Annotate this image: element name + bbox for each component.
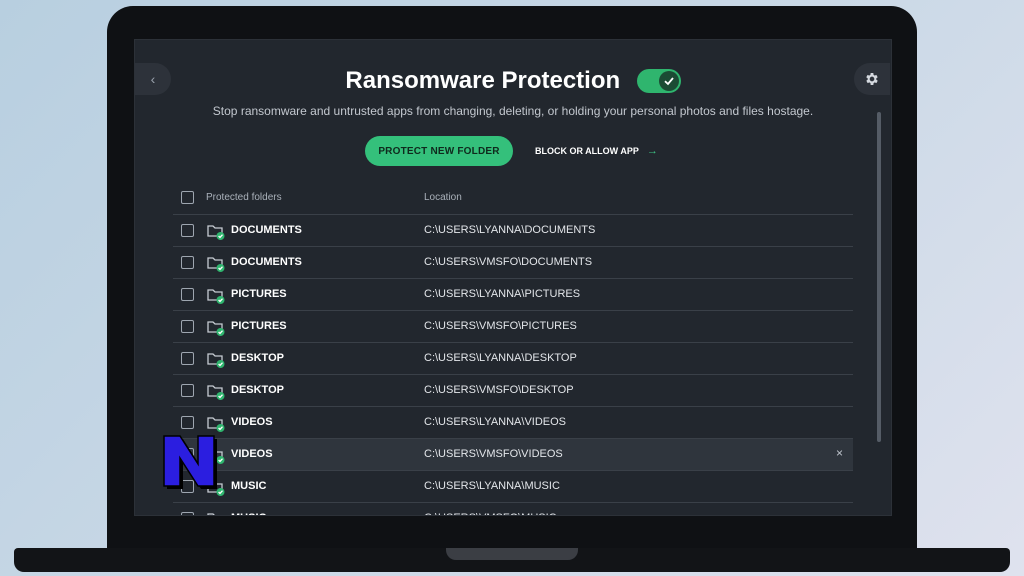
row-checkbox[interactable] <box>181 512 194 515</box>
page-subtitle: Stop ransomware and untrusted apps from … <box>212 104 814 118</box>
folder-name: VIDEOS <box>231 416 273 428</box>
table-row[interactable]: DOCUMENTS C:\USERS\VMSFO\DOCUMENTS <box>173 247 853 279</box>
folder-location: C:\USERS\LYANNA\DESKTOP <box>424 352 577 364</box>
folder-name: MUSIC <box>231 512 266 515</box>
protected-folder-icon <box>207 385 225 400</box>
column-header-folders: Protected folders <box>206 192 282 203</box>
folder-name: DOCUMENTS <box>231 224 302 236</box>
protect-new-folder-button[interactable]: PROTECT NEW FOLDER <box>365 136 513 166</box>
table-row[interactable]: PICTURES C:\USERS\VMSFO\PICTURES <box>173 311 853 343</box>
protected-folder-icon <box>207 289 225 304</box>
check-icon <box>663 77 674 86</box>
folder-location: C:\USERS\LYANNA\VIDEOS <box>424 416 567 428</box>
folder-location: C:\USERS\VMSFO\VIDEOS <box>424 448 563 460</box>
row-checkbox[interactable] <box>181 352 194 365</box>
folder-location: C:\USERS\VMSFO\DESKTOP <box>424 384 574 396</box>
folder-name: MUSIC <box>231 480 267 492</box>
app-window: ‹ Ransomware Protection Stop ransomware … <box>134 39 892 516</box>
protected-folder-icon <box>207 513 215 515</box>
protected-folders-table: Protected folders Location DOCUMENTS C:\U… <box>173 184 853 515</box>
table-body: DOCUMENTS C:\USERS\LYANNA\DOCUMENTS DOCUME… <box>173 215 853 515</box>
page-title: Ransomware Protection <box>345 67 621 94</box>
row-checkbox[interactable] <box>181 256 194 269</box>
folder-name: DESKTOP <box>231 352 284 364</box>
protected-folder-icon <box>207 225 225 240</box>
folder-location: C:\USERS\VMSFO\DOCUMENTS <box>424 256 593 268</box>
block-or-allow-app-link[interactable]: BLOCK OR ALLOW APP → <box>535 136 658 166</box>
table-header: Protected folders Location <box>173 184 853 215</box>
select-all-checkbox[interactable] <box>181 191 194 204</box>
folder-name: DESKTOP <box>231 384 284 396</box>
folder-location: C:\USERS\LYANNA\DOCUMENTS <box>424 224 596 236</box>
row-checkbox[interactable] <box>181 416 194 429</box>
table-row[interactable]: PICTURES C:\USERS\LYANNA\PICTURES <box>173 279 853 311</box>
folder-location: C:\USERS\VMSFO\MUSIC <box>424 512 557 515</box>
protected-folder-icon <box>207 353 225 368</box>
protected-folder-icon <box>207 417 225 432</box>
folder-location: C:\USERS\VMSFO\PICTURES <box>424 320 577 332</box>
folder-name: DOCUMENTS <box>231 256 302 268</box>
laptop-notch <box>446 548 578 560</box>
scrollbar[interactable] <box>877 112 881 442</box>
header: Ransomware Protection <box>135 67 891 95</box>
folder-name: PICTURES <box>231 288 287 300</box>
folder-name: PICTURES <box>231 320 287 332</box>
table-row[interactable]: DOCUMENTS C:\USERS\LYANNA\DOCUMENTS <box>173 215 853 247</box>
table-row[interactable]: VIDEOS C:\USERS\VMSFO\VIDEOS × <box>173 439 853 471</box>
table-row[interactable]: DESKTOP C:\USERS\VMSFO\DESKTOP <box>173 375 853 407</box>
table-row[interactable]: VIDEOS C:\USERS\LYANNA\VIDEOS <box>173 407 853 439</box>
n-logo-badge <box>163 435 217 489</box>
row-checkbox[interactable] <box>181 384 194 397</box>
table-row[interactable]: MUSIC C:\USERS\LYANNA\MUSIC <box>173 471 853 503</box>
remove-icon[interactable]: × <box>836 446 843 460</box>
protected-folder-icon <box>207 321 225 336</box>
folder-location: C:\USERS\LYANNA\MUSIC <box>424 480 560 492</box>
row-checkbox[interactable] <box>181 320 194 333</box>
table-row[interactable]: DESKTOP C:\USERS\LYANNA\DESKTOP <box>173 343 853 375</box>
column-header-location: Location <box>424 192 462 203</box>
toggle-knob <box>658 71 679 91</box>
arrow-right-icon: → <box>646 145 658 157</box>
row-checkbox[interactable] <box>181 224 194 237</box>
folder-name: VIDEOS <box>231 448 273 460</box>
protection-toggle[interactable] <box>636 69 681 93</box>
table-row[interactable]: MUSIC C:\USERS\VMSFO\MUSIC <box>173 503 853 515</box>
row-checkbox[interactable] <box>181 288 194 301</box>
block-or-allow-app-label: BLOCK OR ALLOW APP <box>535 146 639 156</box>
protected-folder-icon <box>207 257 225 272</box>
folder-location: C:\USERS\LYANNA\PICTURES <box>424 288 581 300</box>
